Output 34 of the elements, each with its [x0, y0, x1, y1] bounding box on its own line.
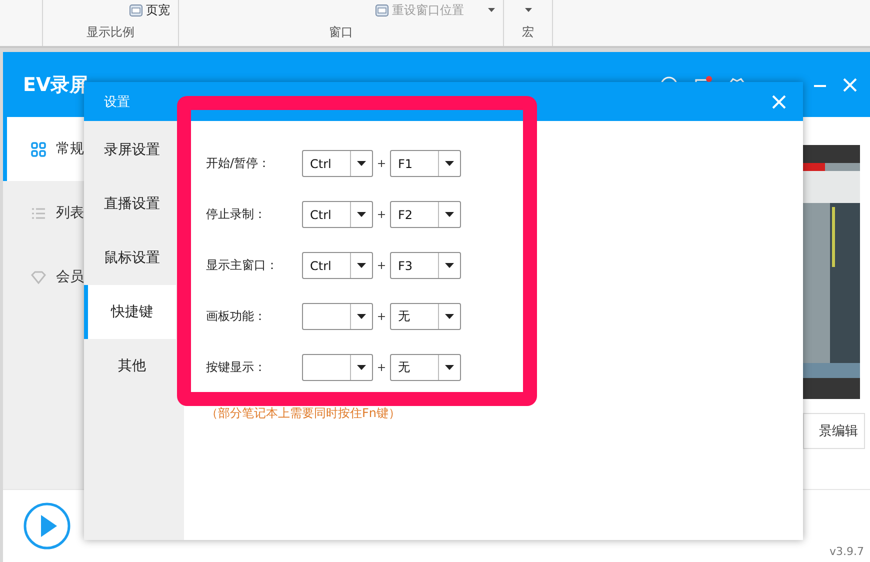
key-dropdown[interactable]: F1: [390, 150, 461, 177]
version-text: v3.9.7: [830, 544, 864, 558]
group-label: 窗口: [329, 24, 353, 41]
settings-tab[interactable]: 快捷键: [84, 285, 176, 339]
key-dropdown[interactable]: F2: [390, 201, 461, 228]
shortcut-label: 按键显示：: [206, 359, 267, 376]
modifier-dropdown[interactable]: Ctrl: [302, 150, 373, 177]
note-text: （部分笔记本上需要同时按住Fn键）: [206, 405, 402, 422]
group-label: 宏: [522, 24, 534, 41]
sidebar-item[interactable]: 会员: [3, 245, 85, 309]
plus-sign: +: [376, 310, 388, 323]
edit-button[interactable]: 景编辑: [803, 413, 865, 449]
settings-tab[interactable]: 鼠标设置: [84, 231, 176, 285]
shortcut-label: 停止录制：: [206, 206, 267, 223]
settings-tab[interactable]: 直播设置: [84, 177, 176, 231]
settings-tab[interactable]: 其他: [84, 339, 176, 393]
plus-sign: +: [376, 208, 388, 221]
shortcut-label: 画板功能：: [206, 308, 267, 325]
group-label: 显示比例: [86, 24, 134, 41]
key-dropdown[interactable]: 无: [390, 303, 461, 330]
modifier-dropdown[interactable]: Ctrl: [302, 201, 373, 228]
ribbon-button[interactable]: 页宽: [129, 2, 170, 18]
shortcut-label: 显示主窗口：: [206, 257, 279, 274]
plus-sign: +: [376, 361, 388, 374]
key-dropdown[interactable]: 无: [390, 354, 461, 381]
plus-sign: +: [376, 259, 388, 272]
sidebar-item[interactable]: 常规: [3, 117, 85, 181]
sidebar-item[interactable]: 列表: [3, 181, 85, 245]
dialog-title: 设置: [104, 94, 130, 110]
settings-tab[interactable]: 录屏设置: [84, 123, 176, 177]
key-dropdown[interactable]: F3: [390, 252, 461, 279]
modifier-dropdown[interactable]: Ctrl: [302, 252, 373, 279]
plus-sign: +: [376, 157, 388, 170]
shortcut-label: 开始/暂停：: [206, 155, 272, 172]
